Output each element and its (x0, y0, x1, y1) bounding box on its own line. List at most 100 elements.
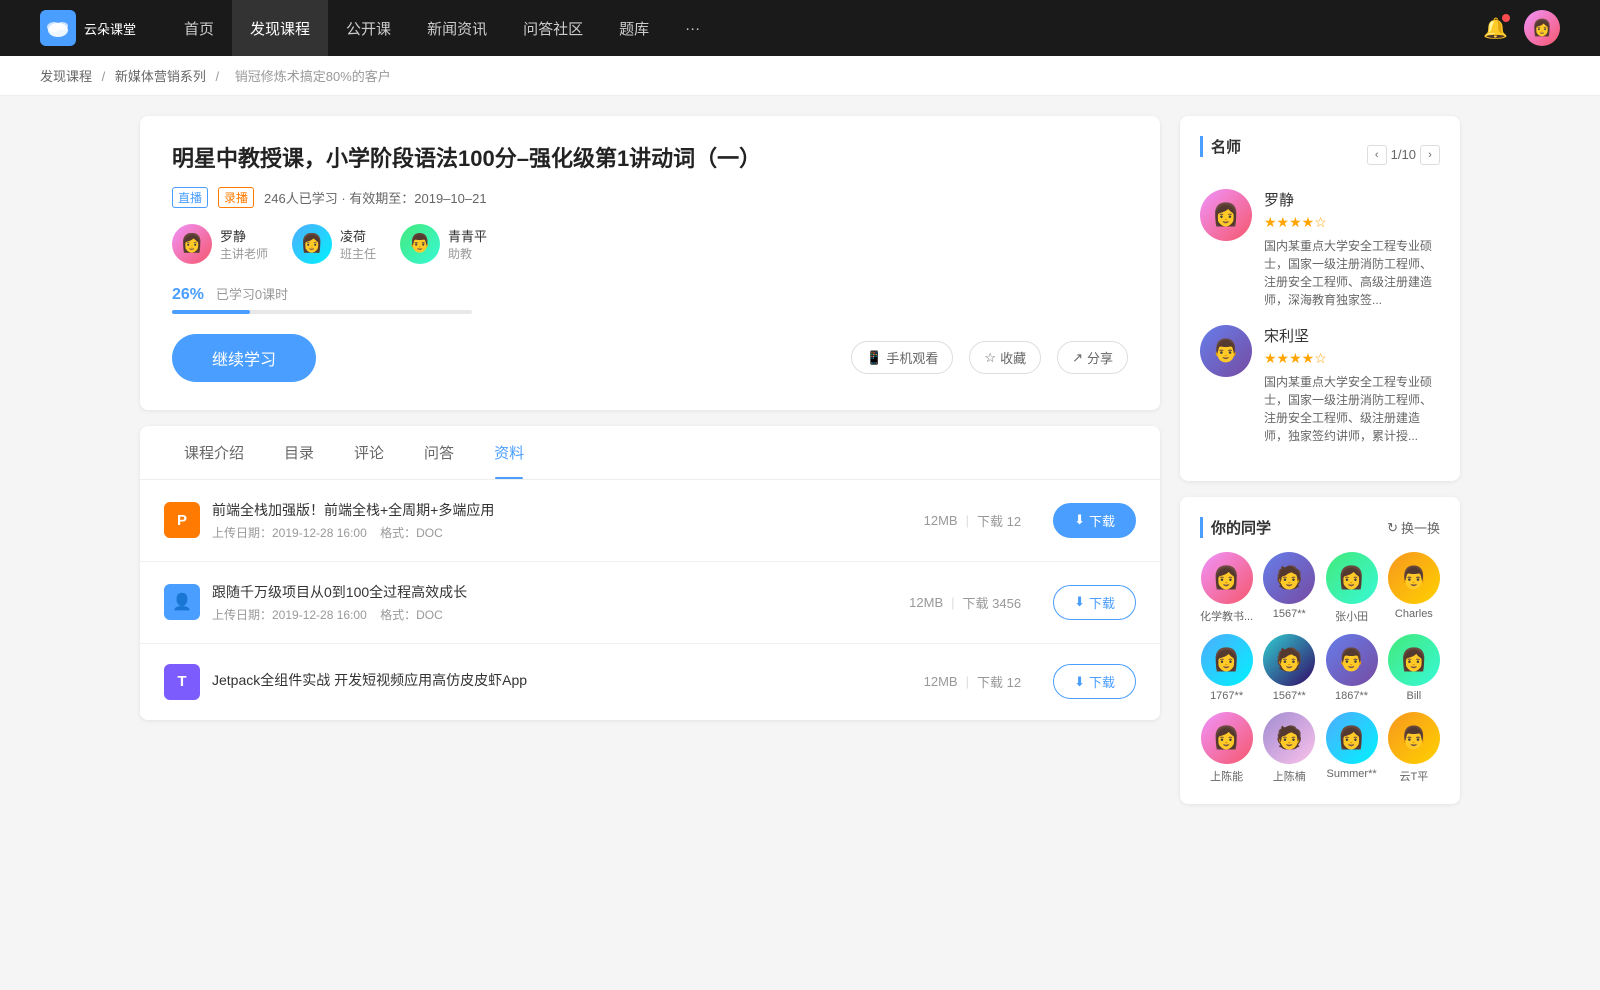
progress-bar-fill (172, 310, 250, 314)
nav-more[interactable]: ··· (667, 0, 718, 56)
continue-learning-button[interactable]: 继续学习 (172, 334, 316, 382)
student-5-name: 1767** (1200, 690, 1253, 702)
teacher-2-avatar: 👩 (292, 224, 332, 264)
tabs-header: 课程介绍 目录 评论 问答 资料 (140, 426, 1160, 480)
classmates-card: 你的同学 ↻ 换一换 👩 化学教书... 🧑 1567** 👩 张小田 (1180, 497, 1460, 804)
tab-intro[interactable]: 课程介绍 (164, 426, 264, 479)
nav-items: 首页 发现课程 公开课 新闻资讯 问答社区 题库 ··· (166, 0, 1483, 56)
student-4-name: Charles (1388, 608, 1440, 620)
star-icon: ☆ (984, 350, 996, 366)
file-info-2: 跟随千万级项目从0到100全过程高效成长 上传日期：2019-12-28 16:… (212, 582, 877, 623)
logo[interactable]: 云朵课堂 (40, 10, 136, 46)
notification-bell[interactable]: 🔔 (1483, 16, 1508, 41)
tab-materials[interactable]: 资料 (474, 426, 544, 479)
favorite-label: 收藏 (1000, 348, 1026, 367)
file-downloads-1: 下载 12 (977, 511, 1021, 530)
file-downloads-2: 下载 3456 (963, 593, 1022, 612)
student-5-avatar: 👩 (1201, 634, 1253, 686)
student-10: 🧑 上陈楠 (1263, 712, 1315, 784)
navigation: 云朵课堂 首页 发现课程 公开课 新闻资讯 问答社区 题库 ··· 🔔 👩 (0, 0, 1600, 56)
student-12: 👨 云T平 (1388, 712, 1440, 784)
breadcrumb: 发现课程 / 新媒体营销系列 / 销冠修炼术搞定80%的客户 (0, 56, 1600, 96)
file-info-1: 前端全栈加强版！前端全栈+全周期+多端应用 上传日期：2019-12-28 16… (212, 500, 892, 541)
download-icon-1: ⬇ (1074, 512, 1085, 528)
refresh-label: 换一换 (1401, 518, 1440, 537)
student-2-name: 1567** (1263, 608, 1315, 620)
course-card: 明星中教授课，小学阶段语法100分–强化级第1讲动词（一） 直播 录播 246人… (140, 116, 1160, 410)
sidebar-teacher-1-info: 罗静 ★★★★☆ 国内某重点大学安全工程专业硕士，国家一级注册消防工程师、注册安… (1264, 189, 1440, 309)
action-buttons: 📱 手机观看 ☆ 收藏 ↗ 分享 (851, 341, 1128, 374)
breadcrumb-series[interactable]: 新媒体营销系列 (115, 69, 206, 84)
file-item-3: T Jetpack全组件实战 开发短视频应用高仿皮皮虾App 12MB | 下载… (140, 644, 1160, 720)
file-name-2: 跟随千万级项目从0到100全过程高效成长 (212, 582, 877, 602)
tabs-section: 课程介绍 目录 评论 问答 资料 P 前端全栈加强版！前端全栈+全周期+多端应用… (140, 426, 1160, 720)
tab-qa[interactable]: 问答 (404, 426, 474, 479)
teacher-3-info: 青青平 助教 (448, 226, 487, 262)
nav-qa[interactable]: 问答社区 (505, 0, 601, 56)
student-5: 👩 1767** (1200, 634, 1253, 702)
student-8: 👩 Bill (1388, 634, 1440, 702)
badge-record: 录播 (218, 187, 254, 208)
teachers-list: 👩 罗静 主讲老师 👩 凌荷 班主任 (172, 224, 1128, 264)
breadcrumb-discover[interactable]: 发现课程 (40, 69, 92, 84)
sidebar-teacher-2-stars: ★★★★☆ (1264, 350, 1440, 367)
sidebar-teacher-1-desc: 国内某重点大学安全工程专业硕士，国家一级注册消防工程师、注册安全工程师、高级注册… (1264, 237, 1440, 309)
sidebar-teacher-1-name: 罗静 (1264, 189, 1440, 210)
nav-news[interactable]: 新闻资讯 (409, 0, 505, 56)
students-grid: 👩 化学教书... 🧑 1567** 👩 张小田 👨 Charles 👩 (1200, 552, 1440, 784)
sidebar-teacher-2-name: 宋利坚 (1264, 325, 1440, 346)
teachers-pagination: ‹ 1/10 › (1367, 145, 1440, 165)
sidebar-teacher-2-desc: 国内某重点大学安全工程专业硕士，国家一级注册消防工程师、注册安全工程师、级注册建… (1264, 373, 1440, 445)
teacher-1-info: 罗静 主讲老师 (220, 226, 268, 262)
student-9: 👩 上陈能 (1200, 712, 1253, 784)
download-button-1[interactable]: ⬇ 下载 (1053, 503, 1136, 538)
user-avatar[interactable]: 👩 (1524, 10, 1560, 46)
student-9-avatar: 👩 (1201, 712, 1253, 764)
student-9-name: 上陈能 (1200, 768, 1253, 784)
file-meta-2: 上传日期：2019-12-28 16:00 格式：DOC (212, 606, 877, 623)
download-button-3[interactable]: ⬇ 下载 (1053, 664, 1136, 699)
student-4-avatar: 👨 (1388, 552, 1440, 604)
progress-section: 26% 已学习0课时 (172, 284, 1128, 314)
file-size-2: 12MB (909, 595, 943, 610)
progress-sub: 已学习0课时 (216, 287, 288, 302)
file-downloads-3: 下载 12 (977, 672, 1021, 691)
student-11-name: Summer** (1325, 768, 1377, 780)
share-button[interactable]: ↗ 分享 (1057, 341, 1128, 374)
nav-home[interactable]: 首页 (166, 0, 232, 56)
teacher-2-info: 凌荷 班主任 (340, 226, 376, 262)
nav-discover[interactable]: 发现课程 (232, 0, 328, 56)
mobile-view-button[interactable]: 📱 手机观看 (851, 341, 953, 374)
file-item-2: 👤 跟随千万级项目从0到100全过程高效成长 上传日期：2019-12-28 1… (140, 562, 1160, 644)
tab-catalog[interactable]: 目录 (264, 426, 334, 479)
tab-review[interactable]: 评论 (334, 426, 404, 479)
download-button-2[interactable]: ⬇ 下载 (1053, 585, 1136, 620)
student-10-name: 上陈楠 (1263, 768, 1315, 784)
student-11-avatar: 👩 (1326, 712, 1378, 764)
nav-right: 🔔 👩 (1483, 10, 1560, 46)
student-7-avatar: 👨 (1326, 634, 1378, 686)
progress-percent: 26% (172, 286, 204, 303)
student-1-avatar: 👩 (1201, 552, 1253, 604)
sidebar-teacher-2-info: 宋利坚 ★★★★☆ 国内某重点大学安全工程专业硕士，国家一级注册消防工程师、注册… (1264, 325, 1440, 445)
course-stats: 246人已学习 · 有效期至：2019–10–21 (264, 188, 487, 207)
classmates-title: 你的同学 (1200, 517, 1271, 538)
nav-public[interactable]: 公开课 (328, 0, 409, 56)
teacher-3-name: 青青平 (448, 226, 487, 245)
teachers-prev-button[interactable]: ‹ (1367, 145, 1387, 165)
breadcrumb-sep1: / (102, 69, 109, 84)
teachers-next-button[interactable]: › (1420, 145, 1440, 165)
teacher-1-name: 罗静 (220, 226, 268, 245)
course-title: 明星中教授课，小学阶段语法100分–强化级第1讲动词（一） (172, 144, 1128, 175)
nav-exam[interactable]: 题库 (601, 0, 667, 56)
favorite-button[interactable]: ☆ 收藏 (969, 341, 1041, 374)
student-4: 👨 Charles (1388, 552, 1440, 624)
share-icon: ↗ (1072, 350, 1083, 366)
mobile-icon: 📱 (866, 350, 882, 366)
refresh-button[interactable]: ↻ 换一换 (1387, 518, 1440, 537)
file-size-1: 12MB (924, 513, 958, 528)
course-meta: 直播 录播 246人已学习 · 有效期至：2019–10–21 (172, 187, 1128, 208)
student-8-name: Bill (1388, 690, 1440, 702)
teachers-card-title: 名师 (1200, 136, 1241, 157)
student-3-name: 张小田 (1325, 608, 1377, 624)
